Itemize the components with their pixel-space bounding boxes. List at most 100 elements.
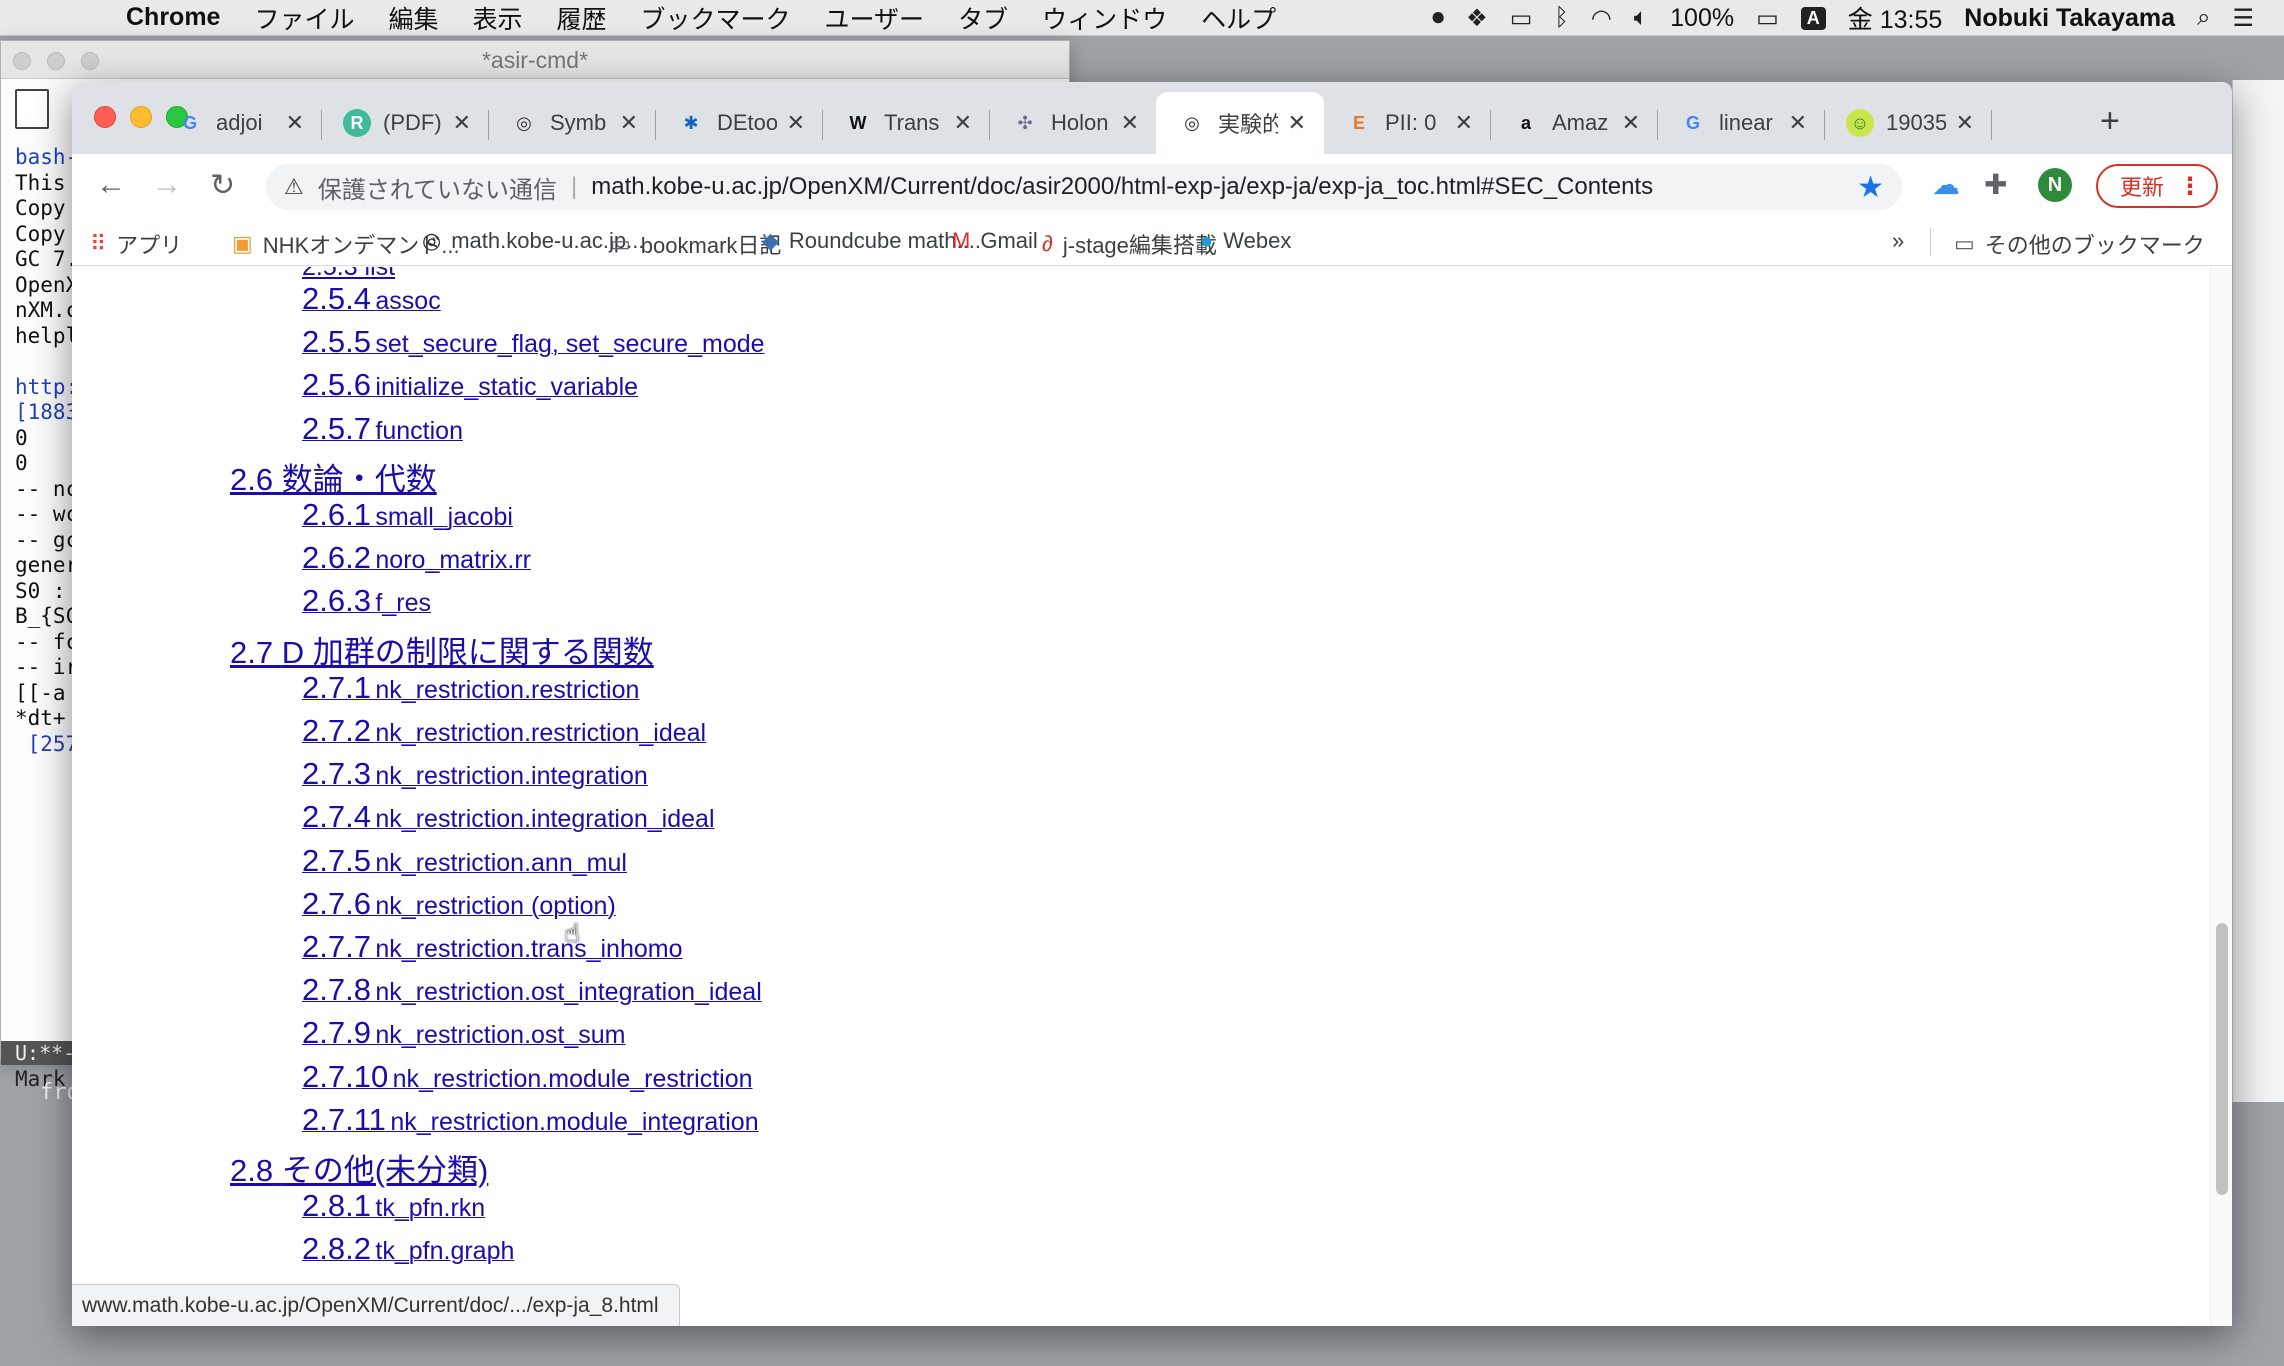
document-icon[interactable] [15,89,49,129]
menu-item[interactable]: ファイル [254,0,354,36]
browser-tab[interactable]: ◎ Symb ✕ [488,92,656,154]
bookmark-item[interactable]: ⠿ アプリ [90,228,182,260]
address-bar[interactable]: ⚠ 保護されていない通信 | math.kobe-u.ac.jp/OpenXM/… [266,164,1902,210]
tab-close-icon[interactable]: ✕ [1121,110,1139,136]
menu-item[interactable]: 編集 [388,0,438,36]
bookmark-item[interactable]: ▭ bookmark日記 [610,228,781,260]
menu-item[interactable]: タブ [958,0,1008,36]
update-button[interactable]: 更新 ⋮ [2096,164,2218,208]
reload-button[interactable]: ↻ [210,168,235,203]
toc-number: 2.7.6 [302,885,371,921]
tab-close-icon[interactable]: ✕ [453,110,471,136]
battery-icon[interactable]: ▭ [1756,4,1779,33]
bluetooth-icon[interactable]: ᛒ [1554,4,1568,32]
toc-subsection-link[interactable]: 2.5.5 set_secure_flag, set_secure_mode [302,324,765,360]
browser-tab[interactable]: ◎ 実験的 ✕ [1156,92,1324,154]
browser-tab[interactable]: R (PDF) ✕ [321,92,489,154]
bookmark-star-icon[interactable]: ★ [1857,170,1884,205]
toc-subsection-link[interactable]: 2.7.1 nk_restriction.restriction [302,670,639,706]
dropbox-icon[interactable]: ❖ [1466,4,1488,33]
extensions-puzzle-icon[interactable]: ✚ [1984,168,2007,201]
toc-subsection-link[interactable]: 2.5.7 function [302,411,463,447]
spotlight-search-icon[interactable]: ⌕ [2197,4,2210,32]
bookmark-icon: ▭ [610,231,631,256]
forward-button[interactable]: → [152,168,182,202]
bookmark-item[interactable]: ● Webex [1200,228,1291,254]
menu-item[interactable]: ユーザー [825,0,925,36]
tab-close-icon[interactable]: ✕ [787,110,805,136]
vertical-scrollbar[interactable] [2210,267,2232,1326]
toc-subsection-link[interactable]: 2.7.6 nk_restriction (option) [302,886,616,922]
browser-tab[interactable]: Glinear ✕ [1657,92,1825,154]
bookmark-label: Webex [1223,228,1292,253]
browser-tab[interactable]: ☺ 19035 ✕ [1824,92,1992,154]
toc-link-cut-off[interactable]: 2.5.3 list [302,267,395,282]
input-source-icon[interactable]: A [1800,6,1826,30]
menu-item[interactable]: 表示 [473,0,523,36]
cloud-extension-icon[interactable]: ☁ [1932,168,1960,201]
bookmarks-overflow-button[interactable]: » [1892,228,1904,254]
warning-icon[interactable]: ⚠ [284,174,304,200]
tab-favicon-icon: a [1520,112,1531,133]
toc-subsection-link[interactable]: 2.8.2 tk_pfn.graph [302,1231,514,1267]
user-name[interactable]: Nobuki Takayama [1964,4,2175,33]
menu-item[interactable]: ウィンドウ [1042,0,1167,36]
toc-subsection-link[interactable]: 2.7.11 nk_restriction.module_integration [302,1102,759,1138]
bookmark-item[interactable]: ∂ j-stage編集搭載 [1042,228,1217,260]
new-tab-button[interactable]: + [2100,102,2120,141]
notification-center-icon[interactable]: ☰ [2232,4,2254,33]
menu-item[interactable]: ヘルプ [1201,0,1276,36]
screen-record-icon[interactable]: ⏺ [1432,4,1444,32]
tab-close-icon[interactable]: ✕ [1789,110,1807,136]
app-menu-chrome[interactable]: Chrome [126,3,220,32]
toc-section-link[interactable]: 2.8 その他(未分類) [230,1145,488,1190]
menu-item[interactable]: ブックマーク [641,0,791,36]
toc-subsection-link[interactable]: 2.5.4 assoc [302,281,441,317]
scrollbar-thumb[interactable] [2216,923,2228,1195]
browser-tab[interactable]: a Amaz ✕ [1490,92,1658,154]
bookmark-item[interactable]: ▭ その他のブックマーク [1954,228,2205,260]
tab-close-icon[interactable]: ✕ [620,110,638,136]
toc-subsection-link[interactable]: 2.6.1 small_jacobi [302,497,513,533]
menu-item[interactable]: 履歴 [557,0,607,36]
toc-subsection-link[interactable]: 2.7.2 nk_restriction.restriction_ideal [302,713,706,749]
browser-tab[interactable]: Gadjoi ✕ [154,92,322,154]
display-icon[interactable]: ▭ [1510,4,1533,33]
security-status[interactable]: 保護されていない通信 [318,170,557,205]
toc-subsection-link[interactable]: 2.7.10 nk_restriction.module_restriction [302,1059,753,1095]
tab-close-icon[interactable]: ✕ [1288,110,1306,136]
back-button[interactable]: ← [96,168,126,202]
tab-close-icon[interactable]: ✕ [1956,110,1974,136]
toc-subsection-link[interactable]: 2.7.5 nk_restriction.ann_mul [302,843,627,879]
chrome-menu-icon[interactable]: ⋮ [2178,172,2202,201]
bookmark-item[interactable]: ◆ Roundcube math.... [762,228,981,254]
tab-close-icon[interactable]: ✕ [954,110,972,136]
toc-subsection-link[interactable]: 2.6.3 f_res [302,583,431,619]
toc-subsection-link[interactable]: 2.8.1 tk_pfn.rkn [302,1188,485,1224]
toc-subsection-link[interactable]: 2.6.2 noro_matrix.rr [302,540,531,576]
clock[interactable]: 金 13:55 [1848,0,1943,36]
tab-close-icon[interactable]: ✕ [286,110,304,136]
tab-close-icon[interactable]: ✕ [1455,110,1473,136]
toc-subsection-link[interactable]: 2.7.8 nk_restriction.ost_integration_ide… [302,972,762,1008]
profile-avatar[interactable]: N [2038,168,2072,202]
window-minimize-button[interactable] [130,106,152,128]
browser-tab[interactable]: W Trans ✕ [822,92,990,154]
window-close-button[interactable] [94,106,116,128]
url-text[interactable]: math.kobe-u.ac.jp/OpenXM/Current/doc/asi… [591,173,1653,201]
browser-tab[interactable]: E PII: 0 ✕ [1323,92,1491,154]
toc-subsection-link[interactable]: 2.7.3 nk_restriction.integration [302,756,648,792]
browser-tab[interactable]: ✣ Holon ✕ [989,92,1157,154]
toc-subsection-link[interactable]: 2.7.7 nk_restriction.trans_inhomo [302,929,683,965]
toc-subsection-link[interactable]: 2.7.9 nk_restriction.ost_sum [302,1015,626,1051]
wifi-icon[interactable]: ◠ [1591,4,1612,33]
toc-section-link[interactable]: 2.6 数論・代数 [230,454,437,499]
volume-icon[interactable]: 🔈︎ [1634,4,1648,32]
tab-close-icon[interactable]: ✕ [1622,110,1640,136]
toc-subsection-link[interactable]: 2.7.4 nk_restriction.integration_ideal [302,799,715,835]
toc-subsection-link[interactable]: 2.5.6 initialize_static_variable [302,367,638,403]
bookmark-item[interactable]: M Gmail [952,228,1038,254]
terminal-line: -- wc [15,502,75,526]
toc-section-link[interactable]: 2.7 D 加群の制限に関する関数 [230,627,654,672]
browser-tab[interactable]: ✱ DEtoo ✕ [655,92,823,154]
